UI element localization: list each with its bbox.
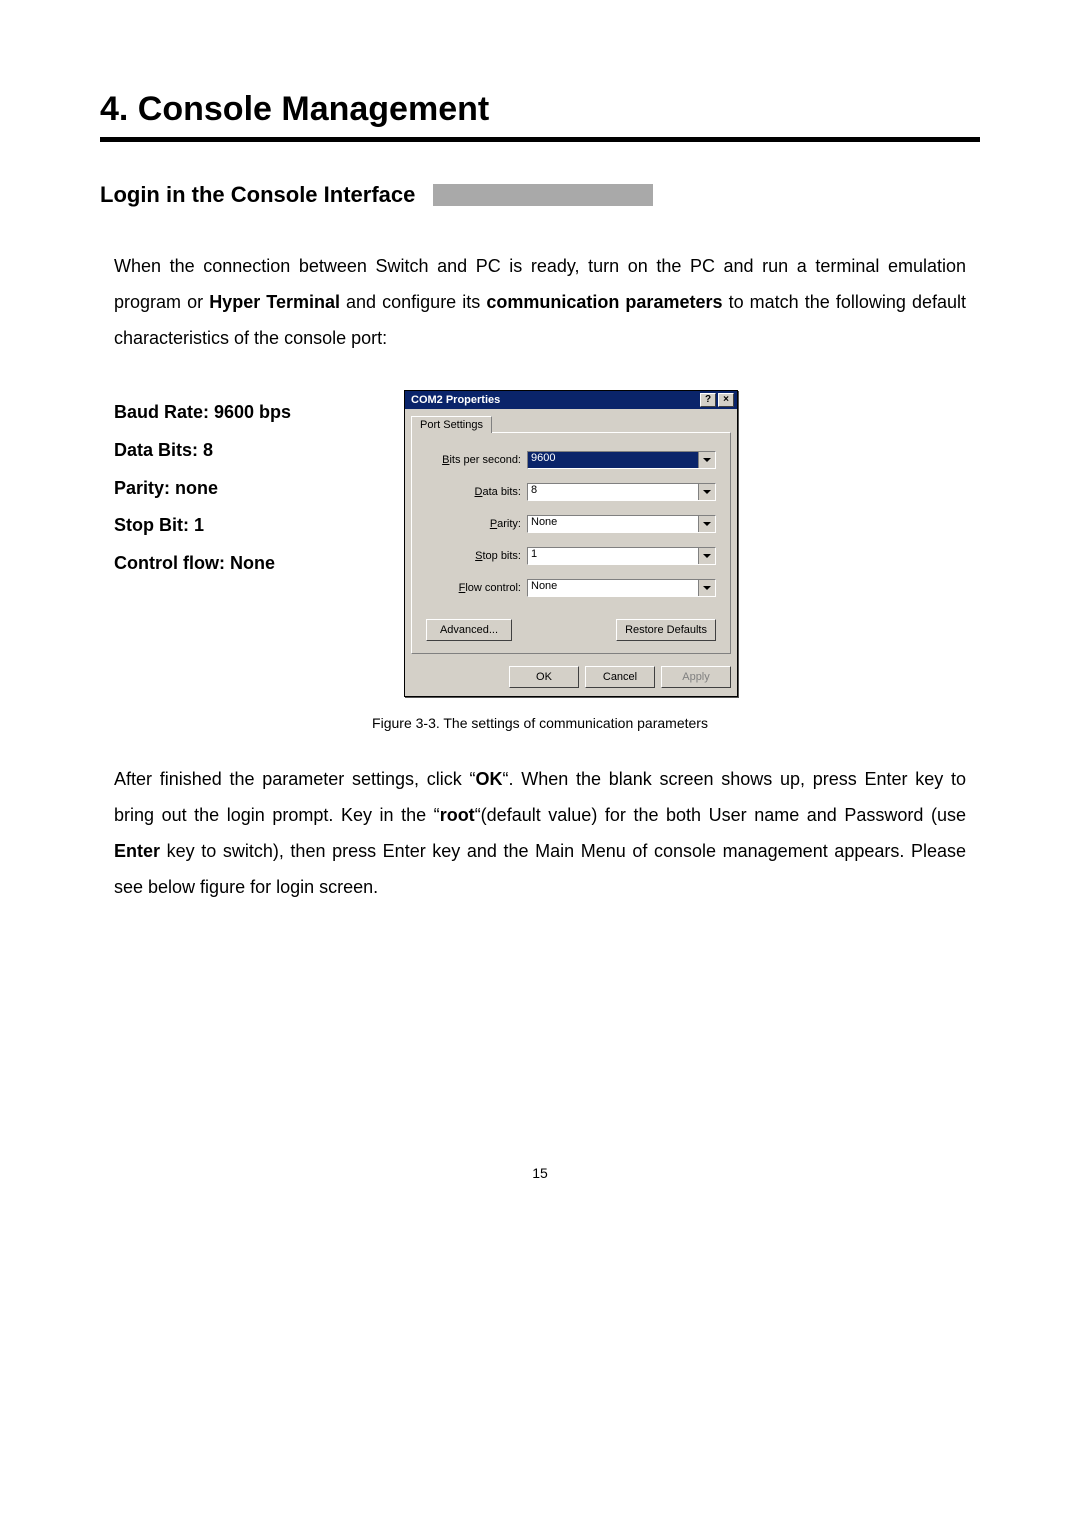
after-text-3: “(default value) for the both User name … <box>475 805 966 825</box>
combo-data-value: 8 <box>528 484 698 500</box>
chevron-down-icon[interactable] <box>698 484 715 500</box>
figure-caption: Figure 3-3. The settings of communicatio… <box>100 715 980 731</box>
combo-flow-control[interactable]: None <box>527 579 716 597</box>
combo-stop-value: 1 <box>528 548 698 564</box>
tab-port-settings[interactable]: Port Settings <box>411 416 492 433</box>
parameter-list: Baud Rate: 9600 bps Data Bits: 8 Parity:… <box>114 390 374 583</box>
section-title: Login in the Console Interface <box>100 182 415 208</box>
apply-button[interactable]: Apply <box>661 666 731 688</box>
param-baud: Baud Rate: 9600 bps <box>114 394 374 432</box>
tab-panel: Bits per second: 9600 Data bits: 8 Parit… <box>411 432 731 654</box>
combo-bps-value: 9600 <box>528 452 698 468</box>
after-text-4: key to switch), then press Enter key and… <box>114 841 966 897</box>
combo-flow-value: None <box>528 580 698 596</box>
label-data-bits: Data bits: <box>426 486 527 498</box>
page-number: 15 <box>100 1165 980 1181</box>
chapter-title: 4. Console Management <box>100 90 980 129</box>
combo-stop-bits[interactable]: 1 <box>527 547 716 565</box>
combo-parity[interactable]: None <box>527 515 716 533</box>
intro-paragraph: When the connection between Switch and P… <box>114 248 966 356</box>
section-accent-bar <box>433 184 653 206</box>
dialog-title: COM2 Properties <box>411 394 500 406</box>
param-stop: Stop Bit: 1 <box>114 507 374 545</box>
after-bold-ok: OK <box>476 769 503 789</box>
label-bps: Bits per second: <box>426 454 527 466</box>
combo-bps[interactable]: 9600 <box>527 451 716 469</box>
close-button[interactable]: × <box>718 393 734 407</box>
param-data: Data Bits: 8 <box>114 432 374 470</box>
param-parity: Parity: none <box>114 470 374 508</box>
intro-text-2: and configure its <box>340 292 486 312</box>
label-flow-control: Flow control: <box>426 582 527 594</box>
chevron-down-icon[interactable] <box>698 516 715 532</box>
intro-bold-1: Hyper Terminal <box>209 292 340 312</box>
label-parity: Parity: <box>426 518 527 530</box>
intro-bold-2: communication parameters <box>486 292 722 312</box>
after-bold-enter: Enter <box>114 841 160 861</box>
combo-data-bits[interactable]: 8 <box>527 483 716 501</box>
advanced-button[interactable]: Advanced... <box>426 619 512 641</box>
restore-defaults-button[interactable]: Restore Defaults <box>616 619 716 641</box>
section-header: Login in the Console Interface <box>100 182 980 208</box>
after-bold-root: root <box>440 805 475 825</box>
dialog-titlebar[interactable]: COM2 Properties ? × <box>405 391 737 409</box>
chevron-down-icon[interactable] <box>698 548 715 564</box>
combo-parity-value: None <box>528 516 698 532</box>
help-button[interactable]: ? <box>700 393 716 407</box>
com-properties-dialog: COM2 Properties ? × Port Settings Bits p… <box>404 390 738 697</box>
label-stop-bits: Stop bits: <box>426 550 527 562</box>
chapter-rule <box>100 137 980 142</box>
cancel-button[interactable]: Cancel <box>585 666 655 688</box>
chevron-down-icon[interactable] <box>698 580 715 596</box>
after-paragraph: After finished the parameter settings, c… <box>114 761 966 905</box>
after-text-1: After finished the parameter settings, c… <box>114 769 476 789</box>
ok-button[interactable]: OK <box>509 666 579 688</box>
chevron-down-icon[interactable] <box>698 452 715 468</box>
param-flow: Control flow: None <box>114 545 374 583</box>
